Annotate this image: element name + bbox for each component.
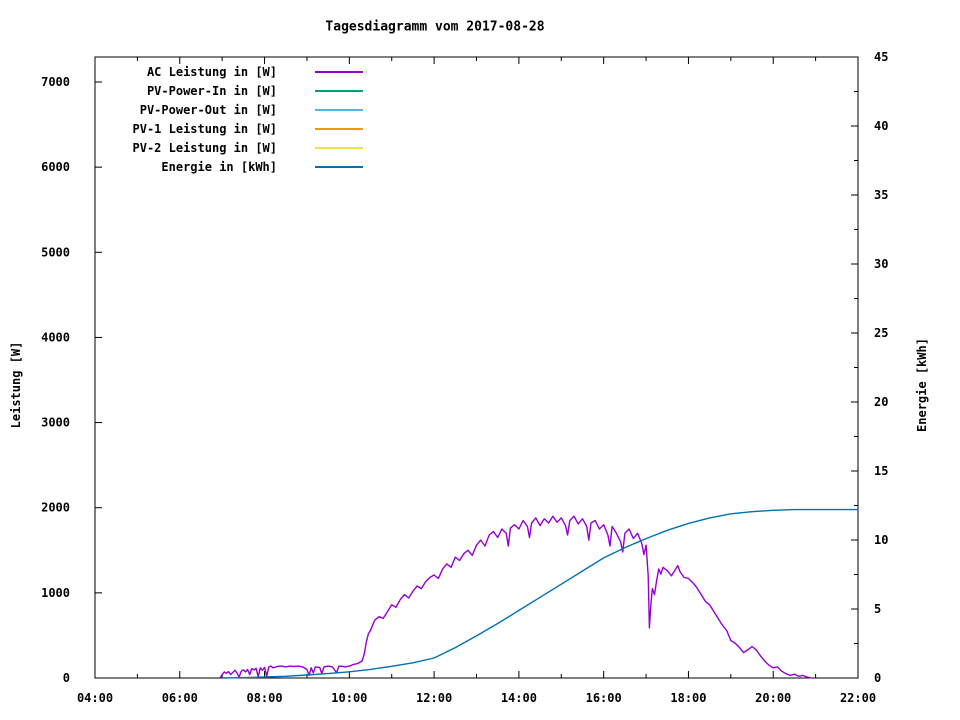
legend-line-sample bbox=[315, 89, 363, 92]
y2-tick-label: 10 bbox=[874, 533, 888, 547]
legend-line-sample bbox=[315, 108, 363, 111]
x-tick-label: 14:00 bbox=[501, 691, 537, 705]
legend-label: PV-Power-In in [W] bbox=[146, 83, 277, 98]
x-tick-label: 12:00 bbox=[416, 691, 452, 705]
legend-label: AC Leistung in [W] bbox=[146, 64, 277, 79]
x-tick-label: 04:00 bbox=[77, 691, 113, 705]
y-tick-label: 2000 bbox=[41, 501, 70, 515]
legend-line-sample bbox=[315, 70, 363, 73]
x-tick-label: 08:00 bbox=[246, 691, 282, 705]
x-tick-label: 06:00 bbox=[162, 691, 198, 705]
y-tick-label: 3000 bbox=[41, 416, 70, 430]
y2-tick-label: 15 bbox=[874, 464, 888, 478]
legend-label: PV-2 Leistung in [W] bbox=[132, 140, 278, 155]
y-tick-label: 6000 bbox=[41, 160, 70, 174]
y-tick-label: 1000 bbox=[41, 586, 70, 600]
legend-label: Energie in [kWh] bbox=[161, 159, 277, 174]
chart-canvas: Tagesdiagramm vom 2017-08-28 Leistung [W… bbox=[0, 0, 960, 720]
legend-label: PV-1 Leistung in [W] bbox=[132, 121, 278, 136]
legend-item: Energie in [kWh] bbox=[100, 157, 363, 176]
legend: AC Leistung in [W] PV-Power-In in [W] PV-P… bbox=[100, 62, 363, 176]
y2-tick-label: 0 bbox=[874, 671, 881, 685]
x-tick-label: 16:00 bbox=[586, 691, 622, 705]
legend-item: PV-Power-Out in [W] bbox=[100, 100, 363, 119]
legend-item: PV-2 Leistung in [W] bbox=[100, 138, 363, 157]
y2-tick-label: 45 bbox=[874, 50, 888, 64]
legend-line-sample bbox=[315, 127, 363, 130]
series-line-1 bbox=[222, 508, 858, 679]
legend-item: PV-1 Leistung in [W] bbox=[100, 119, 363, 138]
legend-item: PV-Power-In in [W] bbox=[100, 81, 363, 100]
x-tick-label: 22:00 bbox=[840, 691, 876, 705]
y2-tick-label: 20 bbox=[874, 395, 888, 409]
x-tick-label: 10:00 bbox=[331, 691, 367, 705]
x-tick-label: 20:00 bbox=[755, 691, 791, 705]
legend-line-sample bbox=[315, 165, 363, 168]
y2-tick-label: 25 bbox=[874, 326, 888, 340]
y2-tick-label: 5 bbox=[874, 602, 881, 616]
legend-label: PV-Power-Out in [W] bbox=[139, 102, 277, 117]
legend-item: AC Leistung in [W] bbox=[100, 62, 363, 81]
legend-line-sample bbox=[315, 146, 363, 149]
y2-tick-label: 30 bbox=[874, 257, 888, 271]
series-line-0 bbox=[219, 515, 812, 679]
x-tick-label: 18:00 bbox=[670, 691, 706, 705]
y-tick-label: 5000 bbox=[41, 245, 70, 259]
y-tick-label: 0 bbox=[63, 671, 70, 685]
y2-tick-label: 35 bbox=[874, 188, 888, 202]
y2-tick-label: 40 bbox=[874, 119, 888, 133]
y-tick-label: 7000 bbox=[41, 75, 70, 89]
y-tick-label: 4000 bbox=[41, 330, 70, 344]
